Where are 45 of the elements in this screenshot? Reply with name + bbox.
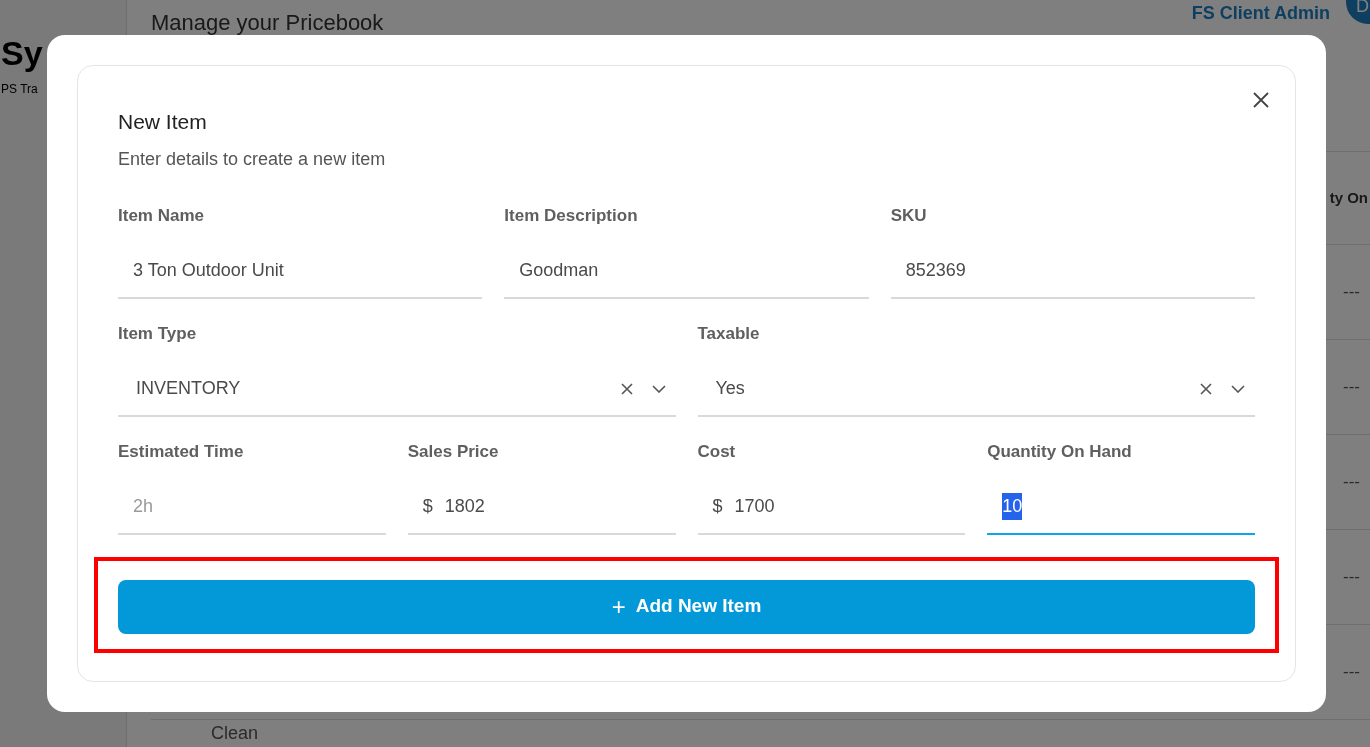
field-label: Estimated Time bbox=[118, 440, 245, 463]
field-label: SKU bbox=[890, 204, 928, 227]
clear-icon[interactable] bbox=[1199, 381, 1213, 396]
table-cell: Clean bbox=[211, 723, 259, 743]
select-field[interactable]: INVENTORY bbox=[118, 362, 676, 417]
modal-title: New Item bbox=[118, 109, 208, 135]
table-cell-text: --- bbox=[1343, 566, 1360, 589]
field-label: Sales Price bbox=[407, 440, 500, 463]
clear-icon[interactable] bbox=[619, 381, 634, 396]
table-cell-text: --- bbox=[1343, 661, 1360, 684]
table-cell-text: --- bbox=[1343, 376, 1360, 399]
field-label: Cost bbox=[697, 440, 737, 463]
chevron-down-icon[interactable] bbox=[1231, 384, 1245, 393]
chevron-down-icon[interactable] bbox=[651, 384, 666, 393]
currency-prefix: $ bbox=[712, 495, 723, 518]
input-field[interactable]: $ 1700 bbox=[697, 480, 966, 535]
input-field[interactable]: 10 bbox=[987, 480, 1255, 535]
input-field[interactable]: 3 Ton Outdoor Unit bbox=[118, 244, 483, 299]
brand-subtitle: PS Tra bbox=[1, 81, 38, 98]
field-placeholder: 2h bbox=[133, 495, 154, 518]
close-icon[interactable] bbox=[1253, 92, 1269, 108]
select-field[interactable]: Yes bbox=[697, 362, 1255, 417]
input-field[interactable]: Goodman bbox=[504, 244, 869, 299]
field-value: Goodman bbox=[519, 259, 599, 282]
field-label: Item Name bbox=[118, 204, 205, 227]
modal-subtitle: Enter details to create a new item bbox=[118, 147, 387, 171]
currency-prefix: $ bbox=[422, 495, 433, 518]
brand-name: Sy bbox=[1, 36, 43, 70]
field-label: Quantity On Hand bbox=[987, 440, 1133, 463]
field-label: Taxable bbox=[697, 322, 761, 345]
table-cell-text: --- bbox=[1343, 281, 1360, 304]
field-value: 1700 bbox=[734, 495, 775, 518]
table-cell-text: --- bbox=[1343, 471, 1360, 494]
input-field[interactable]: 852369 bbox=[890, 244, 1255, 299]
input-field[interactable]: $ 1802 bbox=[407, 480, 676, 535]
column-header: ty On bbox=[1329, 187, 1368, 208]
field-value: INVENTORY bbox=[136, 377, 241, 400]
field-value: Yes bbox=[715, 377, 745, 400]
field-value: 10 bbox=[1002, 493, 1023, 520]
field-label: Item Description bbox=[504, 204, 639, 227]
field-value: 1802 bbox=[444, 495, 485, 518]
field-label: Item Type bbox=[118, 322, 198, 345]
field-value: 3 Ton Outdoor Unit bbox=[133, 259, 284, 282]
page-title: Manage your Pricebook bbox=[151, 9, 384, 37]
field-value: 852369 bbox=[905, 259, 966, 282]
